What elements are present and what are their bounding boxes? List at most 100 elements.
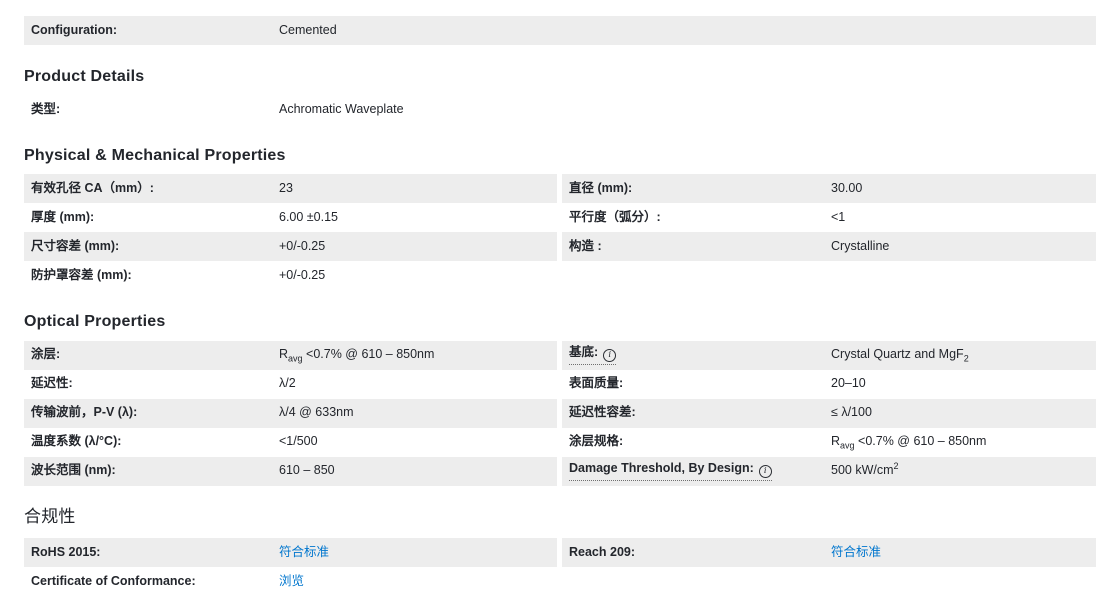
spec-cell: 表面质量:20–10 bbox=[562, 370, 1096, 399]
value-subscript: 2 bbox=[964, 354, 969, 364]
spec-cell: 厚度 (mm):6.00 ±0.15 bbox=[24, 203, 557, 232]
spec-label: RoHS 2015: bbox=[24, 545, 279, 561]
spec-value: λ/4 @ 633nm bbox=[279, 405, 557, 421]
value-text: <0.7% @ 610 – 850nm bbox=[855, 434, 987, 448]
spec-cell: 有效孔径 CA（mm）:23 bbox=[24, 174, 557, 203]
spec-row-full: 类型:Achromatic Waveplate bbox=[24, 95, 1096, 124]
spec-value: 符合标准 bbox=[831, 545, 1096, 561]
value-text: Crystal Quartz and MgF bbox=[831, 347, 964, 361]
spec-value: Achromatic Waveplate bbox=[279, 102, 1096, 118]
value-subscript: avg bbox=[288, 354, 303, 364]
spec-cell-empty bbox=[562, 567, 1096, 596]
spec-value: Crystalline bbox=[831, 239, 1096, 255]
value-text: R bbox=[831, 434, 840, 448]
spec-label-text: 基底: bbox=[569, 345, 598, 359]
spec-cell: Damage Threshold, By Design:i 500 kW/cm2 bbox=[562, 457, 1096, 486]
spec-label: 防护罩容差 (mm): bbox=[24, 268, 279, 284]
spec-value: 浏览 bbox=[279, 574, 557, 590]
spec-row: 有效孔径 CA（mm）:23 直径 (mm):30.00 bbox=[24, 174, 1096, 203]
value-text: λ/4 @ 633nm bbox=[279, 405, 354, 419]
info-icon[interactable]: i bbox=[603, 349, 616, 362]
spec-cell: 延迟性容差:≤ λ/100 bbox=[562, 399, 1096, 428]
spec-row: 尺寸容差 (mm):+0/-0.25构造 :Crystalline bbox=[24, 232, 1096, 261]
value-text: 500 kW/cm bbox=[831, 463, 894, 477]
spec-label: Damage Threshold, By Design:i bbox=[562, 461, 831, 481]
value-text: <1 bbox=[831, 210, 845, 224]
value-text: Cemented bbox=[279, 23, 337, 37]
spec-cell: 基底: i Crystal Quartz and MgF2 bbox=[562, 341, 1096, 370]
spec-row: RoHS 2015:符合标准Reach 209:符合标准 bbox=[24, 538, 1096, 567]
spec-label: 基底: i bbox=[562, 345, 831, 365]
spec-label: 构造 : bbox=[562, 239, 831, 255]
spec-label: 延迟性: bbox=[24, 376, 279, 392]
spec-value: Crystal Quartz and MgF2 bbox=[831, 347, 1096, 363]
spec-label: 波长范围 (nm): bbox=[24, 463, 279, 479]
value-text: R bbox=[279, 347, 288, 361]
spec-cell-empty bbox=[562, 261, 1096, 290]
spec-label: Reach 209: bbox=[562, 545, 831, 561]
tooltip-label: Damage Threshold, By Design:i bbox=[569, 461, 772, 481]
spec-label: 传输波前，P-V (λ): bbox=[24, 405, 279, 421]
spec-label: 有效孔径 CA（mm）: bbox=[24, 181, 279, 197]
value-text: +0/-0.25 bbox=[279, 239, 325, 253]
spec-value: <1 bbox=[831, 210, 1096, 226]
spec-value: Cemented bbox=[279, 23, 1096, 39]
spec-row: 厚度 (mm):6.00 ±0.15平行度（弧分）:<1 bbox=[24, 203, 1096, 232]
spec-value: +0/-0.25 bbox=[279, 268, 557, 284]
spec-value: 610 – 850 bbox=[279, 463, 557, 479]
spec-label: 延迟性容差: bbox=[562, 405, 831, 421]
spec-cell: 延迟性:λ/2 bbox=[24, 370, 557, 399]
spec-value: 23 bbox=[279, 181, 557, 197]
value-link[interactable]: 浏览 bbox=[279, 574, 304, 588]
value-text: Crystalline bbox=[831, 239, 889, 253]
section-title-合规性: 合规性 bbox=[24, 507, 1096, 527]
spec-label: 涂层规格: bbox=[562, 434, 831, 450]
spec-cell: RoHS 2015:符合标准 bbox=[24, 538, 557, 567]
section-title-physical-mechanical-properties: Physical & Mechanical Properties bbox=[24, 146, 1096, 165]
spec-value: 20–10 bbox=[831, 376, 1096, 392]
value-text: 23 bbox=[279, 181, 293, 195]
spec-label: 类型: bbox=[24, 102, 279, 118]
value-text: 610 – 850 bbox=[279, 463, 335, 477]
spec-value: <1/500 bbox=[279, 434, 557, 450]
value-link[interactable]: 符合标准 bbox=[831, 545, 881, 559]
spec-cell: 涂层:Ravg <0.7% @ 610 – 850nm bbox=[24, 341, 557, 370]
spec-value: Ravg <0.7% @ 610 – 850nm bbox=[831, 434, 1096, 450]
tooltip-label: 基底: i bbox=[569, 345, 616, 365]
spec-cell: 防护罩容差 (mm):+0/-0.25 bbox=[24, 261, 557, 290]
spec-value: 6.00 ±0.15 bbox=[279, 210, 557, 226]
value-superscript: 2 bbox=[894, 461, 899, 471]
value-subscript: avg bbox=[840, 441, 855, 451]
spec-label: 厚度 (mm): bbox=[24, 210, 279, 226]
spec-cell: 波长范围 (nm):610 – 850 bbox=[24, 457, 557, 486]
value-text: <0.7% @ 610 – 850nm bbox=[303, 347, 435, 361]
spec-row: 涂层:Ravg <0.7% @ 610 – 850nm 基底: i Crystal Q… bbox=[24, 341, 1096, 370]
spec-label: Certificate of Conformance: bbox=[24, 574, 279, 590]
spec-content: Configuration:CementedProduct Details类型:… bbox=[24, 16, 1096, 596]
value-text: ≤ λ/100 bbox=[831, 405, 872, 419]
spec-label: 表面质量: bbox=[562, 376, 831, 392]
spec-cell: Certificate of Conformance:浏览 bbox=[24, 567, 557, 596]
spec-cell: 构造 :Crystalline bbox=[562, 232, 1096, 261]
section-title-optical-properties: Optical Properties bbox=[24, 312, 1096, 331]
spec-row: 类型:Achromatic Waveplate bbox=[24, 95, 1096, 124]
spec-value: 符合标准 bbox=[279, 545, 557, 561]
spec-label: 平行度（弧分）: bbox=[562, 210, 831, 226]
spec-row: 延迟性:λ/2表面质量:20–10 bbox=[24, 370, 1096, 399]
spec-row: 温度系数 (λ/°C):<1/500 涂层规格:Ravg <0.7% @ 610 … bbox=[24, 428, 1096, 457]
spec-cell: Reach 209:符合标准 bbox=[562, 538, 1096, 567]
info-icon[interactable]: i bbox=[759, 465, 772, 478]
value-text: +0/-0.25 bbox=[279, 268, 325, 282]
value-text: <1/500 bbox=[279, 434, 318, 448]
value-text: 30.00 bbox=[831, 181, 862, 195]
spec-value: 30.00 bbox=[831, 181, 1096, 197]
value-link[interactable]: 符合标准 bbox=[279, 545, 329, 559]
spec-cell: 平行度（弧分）:<1 bbox=[562, 203, 1096, 232]
spec-cell: 温度系数 (λ/°C):<1/500 bbox=[24, 428, 557, 457]
spec-value: λ/2 bbox=[279, 376, 557, 392]
spec-cell: 尺寸容差 (mm):+0/-0.25 bbox=[24, 232, 557, 261]
spec-value: +0/-0.25 bbox=[279, 239, 557, 255]
section-title-product-details: Product Details bbox=[24, 67, 1096, 86]
spec-label: 直径 (mm): bbox=[562, 181, 831, 197]
value-text: 20–10 bbox=[831, 376, 866, 390]
